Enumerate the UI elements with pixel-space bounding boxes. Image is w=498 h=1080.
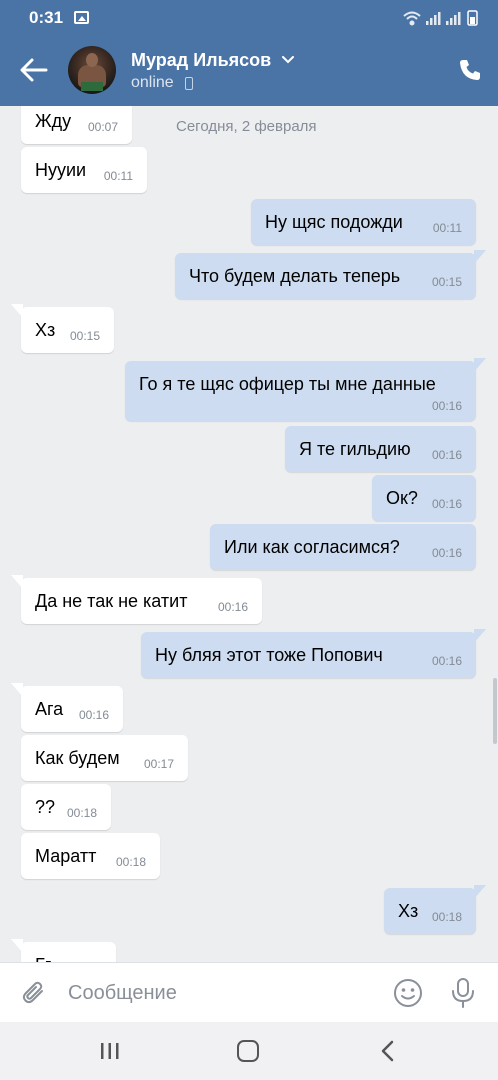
contact-name[interactable]: Мурад Ильясов (131, 50, 271, 71)
message-time: 00:15 (431, 275, 462, 289)
message-time: 00:07 (87, 120, 118, 134)
message-text: Хз (398, 901, 419, 921)
home-icon[interactable] (237, 1040, 259, 1062)
message-outgoing[interactable]: Ну бляя этот тоже Попович 00:16 (141, 629, 486, 678)
microphone-icon[interactable] (450, 977, 476, 1009)
message-outgoing[interactable]: Ну щяс подожди 00:11 (251, 199, 476, 245)
message-text: Ок? (386, 488, 418, 508)
message-text: Ага (35, 699, 64, 719)
message-text: Как будем (35, 748, 120, 768)
message-time: 00:18 (431, 910, 462, 924)
message-incoming[interactable]: Да не так не катит 00:16 (11, 575, 262, 624)
message-time: 00:16 (78, 708, 109, 722)
message-time: 00:18 (115, 855, 146, 869)
message-text: Маратт (35, 846, 97, 866)
message-list[interactable]: Сегодня, 2 февраля Жду 00:07 Нууии 00:11… (0, 106, 498, 962)
message-composer (0, 962, 498, 1022)
message-incoming[interactable]: Ага 00:16 (11, 683, 123, 732)
message-incoming[interactable]: Гг (11, 939, 116, 962)
message-time: 00:16 (217, 600, 248, 614)
message-incoming[interactable]: Нууии 00:11 (21, 147, 147, 193)
battery-icon (467, 10, 478, 26)
message-time: 00:16 (431, 399, 462, 413)
message-text: Ну щяс подожди (265, 212, 403, 232)
message-text: Жду (35, 111, 72, 131)
message-outgoing[interactable]: Я те гильдию 00:16 (285, 426, 476, 472)
message-incoming[interactable]: ?? 00:18 (21, 784, 111, 830)
contact-status: online (131, 74, 174, 91)
arrow-left-icon[interactable] (18, 56, 50, 84)
message-time: 00:16 (431, 546, 462, 560)
chevron-down-icon[interactable] (282, 56, 294, 64)
status-bar: 0:31 (0, 0, 498, 34)
mobile-device-icon (185, 77, 193, 90)
date-separator: Сегодня, 2 февраля (176, 118, 317, 135)
message-time: 00:16 (431, 448, 462, 462)
signal-icon-2 (446, 12, 461, 25)
message-outgoing[interactable]: Хз 00:18 (384, 885, 486, 934)
message-time: 00:11 (103, 169, 133, 183)
message-text: Го я те щяс офицер ты мне данные (139, 374, 436, 394)
message-outgoing[interactable]: Ок? 00:16 (372, 475, 476, 521)
status-time: 0:31 (29, 8, 64, 27)
recents-icon[interactable] (99, 1041, 121, 1061)
message-time: 00:15 (69, 329, 100, 343)
message-incoming[interactable]: Жду 00:07 (21, 106, 132, 144)
message-text: Что будем делать теперь (189, 266, 401, 286)
message-text: Да не так не катит (35, 591, 188, 611)
message-text: Хз (35, 320, 56, 340)
message-outgoing[interactable]: Го я те щяс офицер ты мне данные 00:16 (125, 358, 486, 421)
connectivity-icons (403, 10, 478, 26)
smiley-icon[interactable] (393, 978, 423, 1008)
message-incoming[interactable]: Маратт 00:18 (21, 833, 160, 879)
message-incoming[interactable]: Как будем 00:17 (21, 735, 188, 781)
avatar[interactable] (68, 46, 116, 94)
message-outgoing[interactable]: Или как согласимся? 00:16 (210, 524, 476, 570)
message-text: Ну бляя этот тоже Попович (155, 645, 383, 665)
message-time: 00:18 (66, 806, 97, 820)
message-input[interactable] (68, 973, 368, 1013)
phone-icon[interactable] (458, 58, 482, 82)
message-text: Или как согласимся? (224, 537, 400, 557)
gallery-notification-icon (74, 11, 89, 24)
message-time: 00:11 (432, 221, 462, 235)
message-text: Я те гильдию (299, 439, 411, 459)
message-outgoing[interactable]: Что будем делать теперь 00:15 (175, 250, 486, 299)
message-text: ?? (35, 797, 56, 817)
message-text: Нууии (35, 160, 87, 180)
paperclip-icon[interactable] (20, 979, 48, 1007)
chat-header: Мурад Ильясов online (0, 34, 498, 106)
chevron-left-icon[interactable] (378, 1040, 396, 1062)
message-text: Гг (35, 955, 51, 962)
message-time: 00:16 (431, 497, 462, 511)
wifi-icon (403, 11, 421, 26)
scrollbar[interactable] (493, 678, 497, 744)
system-nav-bar (0, 1022, 498, 1080)
signal-icon (426, 12, 441, 25)
message-time: 00:16 (431, 654, 462, 668)
message-time: 00:17 (143, 757, 174, 771)
message-incoming[interactable]: Хз 00:15 (11, 304, 114, 353)
